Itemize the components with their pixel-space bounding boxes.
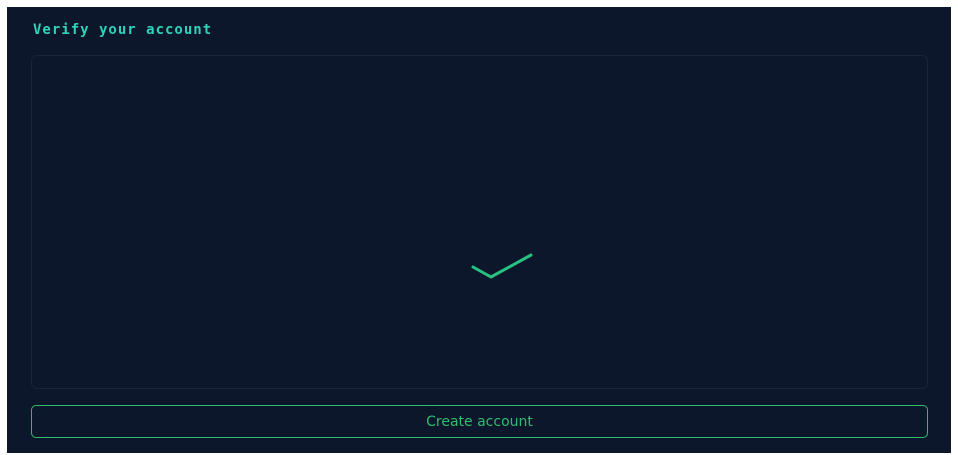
checkmark-icon	[471, 253, 533, 279]
verification-widget	[31, 55, 928, 389]
verify-account-panel: Verify your account Create account	[7, 7, 951, 453]
create-account-button[interactable]: Create account	[31, 405, 928, 438]
page-title: Verify your account	[33, 22, 213, 38]
